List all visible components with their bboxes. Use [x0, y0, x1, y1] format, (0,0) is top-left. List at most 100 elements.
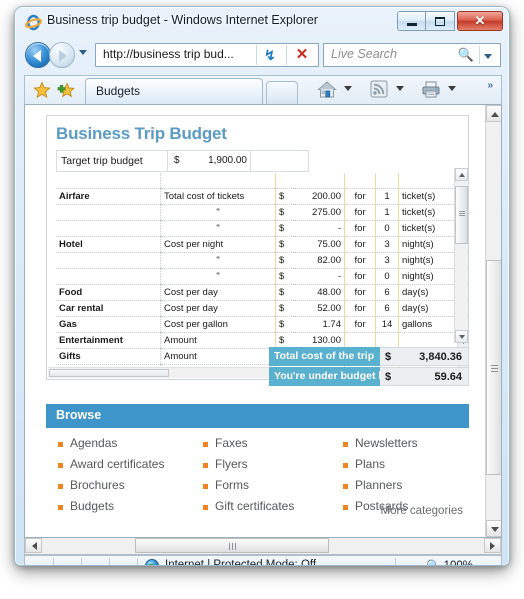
- cell-description: ": [160, 268, 276, 285]
- browse-link[interactable]: Newsletters: [341, 436, 481, 457]
- caret-down-icon: [491, 527, 499, 532]
- cell-currency: $: [275, 236, 294, 253]
- status-divider-1: [53, 558, 54, 565]
- browse-link[interactable]: Faxes: [201, 436, 341, 457]
- favorites-center-button[interactable]: [33, 81, 51, 99]
- browse-link-label: Budgets: [70, 499, 115, 513]
- cell-category: [56, 252, 161, 269]
- browse-link[interactable]: Plans: [341, 457, 481, 478]
- internet-zone-icon[interactable]: [145, 559, 159, 565]
- home-button[interactable]: [317, 80, 339, 101]
- tab-budgets[interactable]: Budgets: [85, 78, 263, 105]
- browse-link[interactable]: Planners: [341, 478, 481, 499]
- ie-logo-icon: [24, 14, 43, 31]
- spreadsheet-scroll-up-button[interactable]: [455, 168, 468, 181]
- cell-for: for: [344, 268, 376, 285]
- table-row: "$-for0night(s)$-: [56, 268, 468, 285]
- spreadsheet-hscroll-thumb[interactable]: [49, 369, 169, 377]
- hscroll-left-button[interactable]: [25, 538, 42, 553]
- browse-link[interactable]: Agendas: [56, 436, 196, 457]
- page-scroll-down-button[interactable]: [486, 520, 501, 537]
- page-scroll-thumb[interactable]: [486, 260, 501, 475]
- summary-label: You're under budget by: [269, 367, 391, 386]
- stop-button[interactable]: ✕: [287, 45, 317, 66]
- cell-description: ": [160, 204, 276, 221]
- cell-unit: ticket(s): [398, 204, 458, 221]
- table-row: GasCost per gallon$1.74for14gallons$24.3…: [56, 316, 468, 333]
- home-chevron-down-icon[interactable]: [344, 86, 352, 91]
- spreadsheet-title: Business Trip Budget: [56, 124, 227, 143]
- desktop-background: Business trip budget - Windows Internet …: [0, 0, 524, 599]
- window-horizontal-scrollbar[interactable]: [24, 538, 502, 555]
- address-input[interactable]: http://business trip bud...: [103, 47, 234, 61]
- magnifier-icon[interactable]: 🔍: [458, 47, 474, 63]
- address-bar[interactable]: http://business trip bud... ↯ ✕: [95, 43, 319, 67]
- hscroll-thumb[interactable]: [135, 538, 329, 553]
- cell-currency: $: [275, 188, 294, 205]
- scroll-grip-icon: [459, 211, 465, 212]
- spreadsheet-vertical-scrollbar[interactable]: [454, 168, 468, 343]
- stop-icon: ✕: [295, 46, 309, 63]
- spreadsheet-scroll-thumb[interactable]: [455, 186, 468, 244]
- spreadsheet-scroll-down-button[interactable]: [455, 330, 468, 343]
- feeds-button[interactable]: [370, 80, 390, 101]
- header-currency: [275, 173, 294, 189]
- spreadsheet-preview[interactable]: Business Trip Budget Target trip budget …: [46, 115, 469, 380]
- browse-link[interactable]: Forms: [201, 478, 341, 499]
- tab-bar: Budgets »: [24, 75, 502, 105]
- page-viewport: Business Trip Budget Target trip budget …: [24, 104, 502, 538]
- cell-description: Amount: [160, 348, 276, 365]
- forward-button[interactable]: [49, 42, 75, 68]
- browse-link[interactable]: Award certificates: [56, 457, 196, 478]
- maximize-button[interactable]: [426, 11, 455, 31]
- browse-link[interactable]: Brochures: [56, 478, 196, 499]
- close-button[interactable]: ✕: [457, 11, 503, 31]
- cell-category: Food: [56, 284, 161, 301]
- close-icon: ✕: [474, 13, 486, 28]
- minimize-icon: [407, 23, 417, 26]
- spreadsheet-inner: Business Trip Budget Target trip budget …: [47, 116, 468, 379]
- minimize-button[interactable]: [397, 11, 426, 31]
- browse-column: Faxes Flyers Forms Gift certificates: [201, 436, 341, 520]
- more-categories-link[interactable]: More categories: [381, 505, 463, 517]
- print-button[interactable]: [421, 80, 443, 101]
- browse-link-label: Planners: [355, 478, 403, 492]
- search-box[interactable]: Live Search 🔍: [323, 43, 501, 67]
- browse-link[interactable]: Gift certificates: [201, 499, 341, 520]
- new-tab-button[interactable]: [266, 81, 298, 105]
- refresh-icon: ↯: [264, 47, 276, 63]
- browse-link[interactable]: Budgets: [56, 499, 196, 520]
- recent-pages-chevron-down-icon[interactable]: [79, 50, 87, 55]
- back-button[interactable]: [25, 42, 51, 68]
- cell-currency: $: [275, 204, 294, 221]
- page-vertical-scrollbar[interactable]: [485, 105, 501, 537]
- cell-quantity: 3: [375, 252, 399, 269]
- browse-link[interactable]: Flyers: [201, 457, 341, 478]
- feeds-chevron-down-icon[interactable]: [396, 86, 404, 91]
- cell-description: Amount: [160, 332, 276, 349]
- title-bar[interactable]: Business trip budget - Windows Internet …: [15, 7, 509, 37]
- browse-link-label: Gift certificates: [215, 499, 295, 513]
- status-divider-5: [395, 558, 396, 565]
- cell-for: for: [344, 284, 376, 301]
- back-arrow-icon: [33, 50, 41, 62]
- add-to-favorites-button[interactable]: [57, 81, 75, 99]
- bullet-icon: [58, 484, 63, 489]
- hscroll-right-button[interactable]: [484, 538, 501, 553]
- cell-currency: $: [275, 252, 294, 269]
- cell-description: Cost per gallon: [160, 316, 276, 333]
- toolbar-overflow-button[interactable]: »: [487, 80, 493, 91]
- table-row: "$82.00for3night(s)$246.00: [56, 252, 468, 269]
- browse-link-label: Faxes: [215, 436, 248, 450]
- page-scroll-up-button[interactable]: [486, 105, 501, 122]
- cell-description: Cost per night: [160, 236, 276, 253]
- print-chevron-down-icon[interactable]: [448, 86, 456, 91]
- search-provider-chevron-down-icon[interactable]: [484, 54, 492, 59]
- refresh-button[interactable]: ↯: [257, 45, 286, 66]
- browse-panel: Browse Agendas Award certificates Brochure…: [46, 404, 469, 524]
- cell-amount: 1.74: [294, 316, 345, 333]
- resize-grip-icon[interactable]: [489, 564, 499, 565]
- tab-label: Budgets: [96, 84, 141, 98]
- search-input[interactable]: Live Search: [331, 47, 397, 61]
- cell-category: [56, 268, 161, 285]
